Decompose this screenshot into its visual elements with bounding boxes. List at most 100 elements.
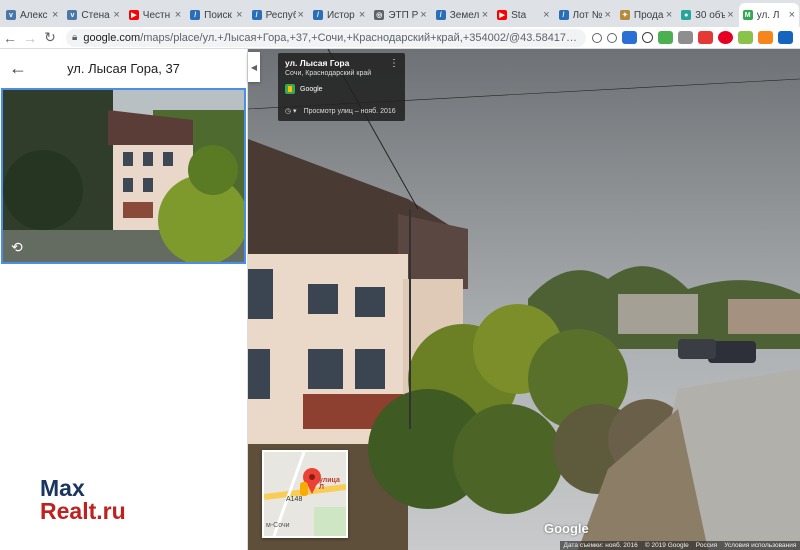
close-tab-icon[interactable]: × bbox=[113, 9, 119, 21]
watermark-line1: Max bbox=[40, 475, 85, 501]
streetview-thumbnail[interactable]: ⟲ bbox=[1, 88, 246, 264]
address-bar[interactable]: 🔒︎ google.com /maps/place/ул.+Лысая+Гора… bbox=[66, 28, 586, 47]
close-tab-icon[interactable]: × bbox=[543, 9, 549, 21]
place-title: ул. Лысая Гора, 37 bbox=[67, 60, 180, 76]
browser-tab[interactable]: / Истор × bbox=[309, 3, 369, 27]
close-tab-icon[interactable]: × bbox=[359, 9, 365, 21]
watermark-logo: Max Realt.ru bbox=[40, 477, 126, 523]
tab-title: Честн bbox=[142, 9, 171, 21]
reload-icon[interactable]: ↻ bbox=[40, 29, 60, 46]
browser-tab[interactable]: ◎ ЭТП Р × bbox=[370, 3, 430, 27]
browser-tab[interactable]: / Поиск × bbox=[186, 3, 246, 27]
vk-icon: v bbox=[67, 10, 78, 20]
extension-green-icon[interactable] bbox=[658, 31, 673, 44]
browser-tab[interactable]: / Лот № × bbox=[555, 3, 615, 27]
thumbnail-photo bbox=[3, 90, 244, 262]
close-tab-icon[interactable]: × bbox=[482, 9, 488, 21]
collapse-panel-button[interactable]: ◀ bbox=[248, 52, 260, 82]
card-source: Google bbox=[285, 84, 398, 94]
browser-tab-strip: v Алекс × v Стена × ▶ Честн × / Поиск × / Респуб × / Ист… bbox=[0, 0, 800, 27]
close-tab-icon[interactable]: × bbox=[420, 9, 426, 21]
url-path: /maps/place/ул.+Лысая+Гора,+37,+Сочи,+Кр… bbox=[140, 31, 580, 44]
browser-tab[interactable]: / Земел × bbox=[432, 3, 492, 27]
browser-tab[interactable]: Mул. Л × bbox=[738, 3, 800, 27]
panel-header: ← ул. Лысая Гора, 37 bbox=[0, 49, 247, 87]
tab-title: 30 объ bbox=[695, 9, 726, 21]
browser-tab[interactable]: ▶ Sta × bbox=[493, 3, 553, 27]
close-tab-icon[interactable]: × bbox=[666, 9, 672, 21]
tab-title: ЭТП Р bbox=[388, 9, 419, 21]
tab-title: Sta bbox=[511, 9, 527, 21]
rotate-360-icon[interactable]: ⟲ bbox=[11, 239, 23, 256]
browser-toolbar: ← → ↻ 🔒︎ google.com /maps/place/ул.+Лыса… bbox=[0, 27, 800, 49]
vk-icon: v bbox=[6, 10, 16, 20]
google-logo: Google bbox=[544, 521, 589, 536]
lock-icon: 🔒︎ bbox=[72, 32, 78, 43]
tab-title: Истор bbox=[326, 9, 355, 21]
pinterest-icon[interactable] bbox=[718, 31, 733, 44]
streetview-info-card: ул. Лысая Гора Сочи, Краснодарский край … bbox=[278, 53, 405, 121]
location-icon[interactable] bbox=[592, 32, 602, 43]
torgi-icon: / bbox=[312, 10, 323, 20]
extension-red-icon[interactable] bbox=[698, 31, 713, 44]
footer-terms-link[interactable]: Условия использования bbox=[724, 541, 796, 550]
forward-arrow-icon[interactable]: → bbox=[20, 30, 40, 46]
extension-s-icon[interactable] bbox=[678, 31, 693, 44]
close-tab-icon[interactable]: × bbox=[52, 9, 58, 21]
more-options-icon[interactable]: ⋮ bbox=[389, 58, 399, 69]
close-tab-icon[interactable]: × bbox=[604, 9, 610, 21]
place-panel: ← ул. Лысая Гора, 37 ⟲ Max Realt.ru bbox=[0, 49, 248, 550]
card-subtitle: Сочи, Краснодарский край bbox=[285, 70, 372, 77]
footer-region[interactable]: Россия bbox=[696, 541, 717, 550]
footer-copyright: © 2019 Google bbox=[644, 542, 689, 549]
pegman-icon bbox=[300, 482, 308, 496]
browser-tab[interactable]: v Стена × bbox=[63, 3, 123, 27]
minimap-road-label: А148 bbox=[286, 496, 303, 503]
history-button[interactable]: ◷ ▾ Просмотр улиц – нояб. 2016 bbox=[285, 107, 396, 116]
torgi-icon: / bbox=[435, 10, 446, 20]
close-tab-icon[interactable]: × bbox=[727, 9, 733, 21]
tab-title: Лот № bbox=[572, 9, 603, 21]
map-footer: Дата съемки: нояб. 2016 © 2019 Google Ро… bbox=[560, 541, 800, 550]
browser-tab[interactable]: v Алекс × bbox=[2, 3, 62, 27]
close-tab-icon[interactable]: × bbox=[175, 9, 181, 21]
extension-blue-icon[interactable] bbox=[778, 31, 793, 44]
metamask-icon[interactable] bbox=[758, 31, 773, 44]
browser-tab[interactable]: / Респуб × bbox=[248, 3, 308, 27]
torgi-icon: / bbox=[558, 10, 569, 20]
extension-chevron-icon[interactable] bbox=[738, 31, 753, 44]
torgi-icon: / bbox=[251, 10, 262, 20]
clock-icon: ◷ ▾ bbox=[285, 108, 297, 115]
globe-icon: ◎ bbox=[374, 10, 385, 20]
close-tab-icon[interactable]: × bbox=[236, 9, 242, 21]
google-maps-icon bbox=[285, 84, 295, 94]
tab-title: Поиск bbox=[204, 9, 232, 21]
back-button[interactable]: ← bbox=[0, 58, 36, 79]
close-tab-icon[interactable]: × bbox=[789, 9, 795, 21]
browser-tab[interactable]: ● 30 объ × bbox=[677, 3, 737, 27]
card-title: ул. Лысая Гора bbox=[285, 58, 350, 68]
extension-new-icon[interactable] bbox=[622, 31, 637, 44]
extension-block-icon[interactable] bbox=[642, 32, 653, 43]
minimap-street-label: улица Л bbox=[319, 477, 340, 491]
zoom-icon[interactable] bbox=[607, 32, 617, 43]
url-host: google.com bbox=[83, 31, 141, 44]
map-pin-icon: ● bbox=[681, 10, 692, 20]
minimap[interactable]: А148 улица Л м-Сочи bbox=[262, 450, 348, 538]
tab-title: Респуб bbox=[265, 9, 296, 21]
footer-capture-date: Дата съемки: нояб. 2016 bbox=[563, 542, 638, 549]
browser-tab[interactable]: ▶ Честн × bbox=[125, 3, 185, 27]
close-tab-icon[interactable]: × bbox=[298, 9, 304, 21]
youtube-icon: ▶ bbox=[497, 10, 508, 20]
minimap-city-label: м-Сочи bbox=[266, 522, 290, 529]
history-label: Просмотр улиц – нояб. 2016 bbox=[303, 107, 396, 115]
extensions-area bbox=[592, 31, 798, 44]
back-arrow-icon[interactable]: ← bbox=[0, 30, 20, 46]
tab-title: Прода bbox=[633, 9, 664, 21]
emblem-icon: ✦ bbox=[619, 10, 630, 20]
tab-title: ул. Л bbox=[756, 9, 780, 21]
torgi-icon: / bbox=[190, 10, 201, 20]
browser-tab[interactable]: ✦ Прода × bbox=[616, 3, 676, 27]
youtube-icon: ▶ bbox=[128, 10, 139, 20]
card-source-label: Google bbox=[300, 85, 323, 93]
